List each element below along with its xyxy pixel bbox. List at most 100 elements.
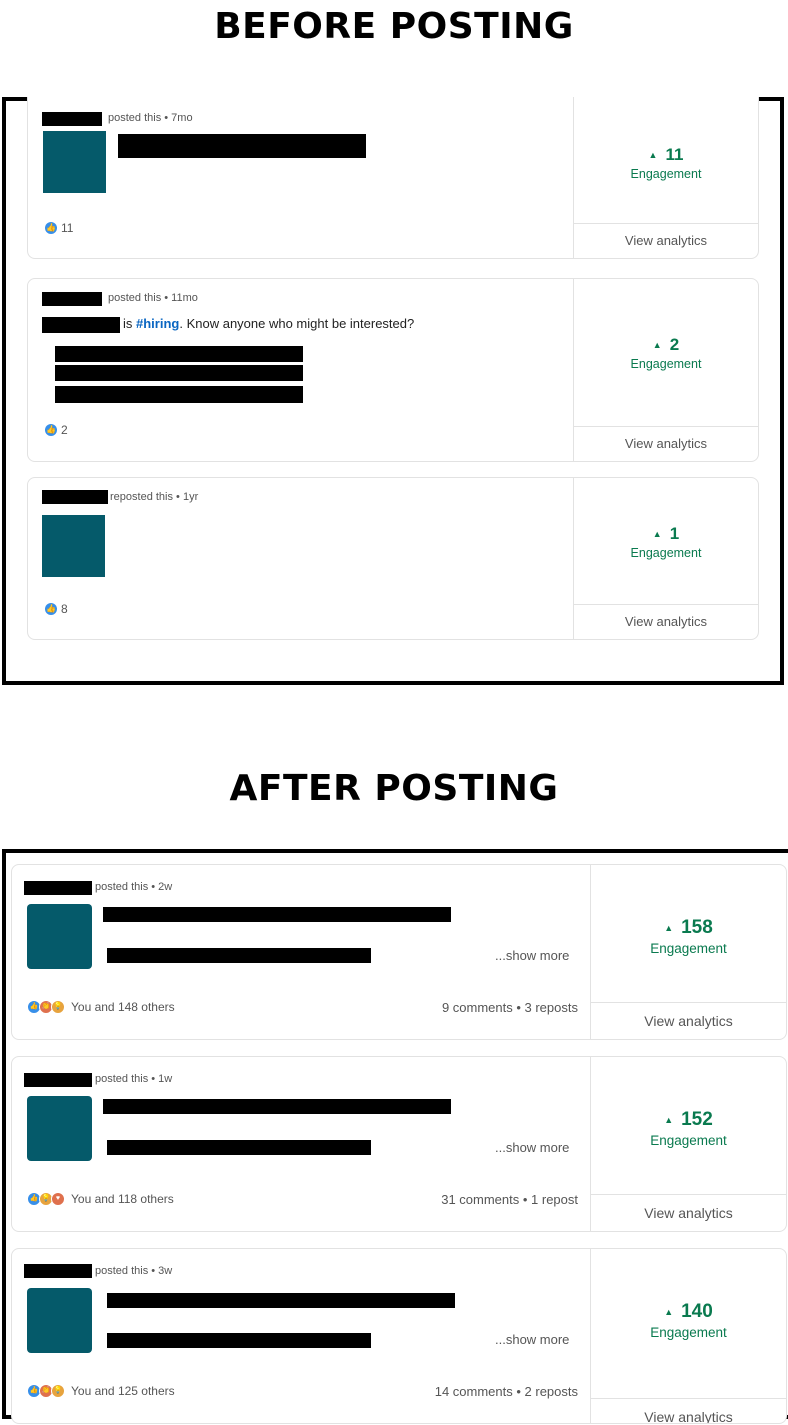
post-content: posted this • 3w ...show more 👍 👏 💡 You … [12, 1249, 592, 1423]
redacted-text [107, 1293, 455, 1308]
redacted-author [42, 490, 108, 504]
after-frame: posted this • 2w ...show more 👍 👏 💡 You … [2, 849, 788, 1424]
redacted-author [24, 1264, 92, 1278]
reaction-count: 11 [61, 221, 74, 235]
post-content: reposted this • 1yr 👍 8 [28, 478, 574, 639]
triangle-up-icon: ▲ [664, 923, 674, 933]
engagement-count: 140 [681, 1301, 713, 1322]
post-thumbnail[interactable] [27, 1288, 92, 1353]
like-reaction-icon: 👍 [45, 424, 57, 436]
engagement-count: 152 [681, 1109, 713, 1130]
post-card: posted this • 3w ...show more 👍 👏 💡 You … [11, 1248, 787, 1424]
like-reaction-icon: 👍 [45, 603, 57, 615]
redacted-text [55, 365, 303, 381]
post-card: reposted this • 1yr 👍 8 ▲ 1 Engagement Vi… [27, 477, 759, 640]
redacted-author [42, 292, 102, 306]
post-content: posted this • 1w ...show more 👍 💡 ♥ You … [12, 1057, 592, 1231]
reactions-summary[interactable]: 👍 👏 💡 You and 125 others [27, 1384, 175, 1398]
redacted-text [42, 317, 120, 333]
analytics-panel: ▲ 1 Engagement View analytics [573, 478, 758, 639]
show-more-link[interactable]: ...show more [495, 948, 569, 963]
engagement: ▲ 11 Engagement [574, 145, 758, 181]
engagement-label: Engagement [650, 941, 727, 956]
engagement: ▲ 2 Engagement [574, 335, 758, 371]
redacted-text [103, 1099, 451, 1114]
view-analytics-button[interactable]: View analytics [591, 1002, 786, 1039]
view-analytics-button[interactable]: View analytics [591, 1398, 786, 1423]
post-thumbnail[interactable] [42, 515, 105, 577]
engagement-label: Engagement [650, 1325, 727, 1340]
engagement-count: 1 [669, 524, 680, 543]
insightful-reaction-icon: 💡 [51, 1000, 65, 1014]
show-more-link[interactable]: ...show more [495, 1140, 569, 1155]
reaction-text: You and 118 others [71, 1192, 174, 1206]
post-meta: posted this • 2w [95, 881, 173, 893]
reactions-summary[interactable]: 👍 👏 💡 You and 148 others [27, 1000, 175, 1014]
show-more-link[interactable]: ...show more [495, 1332, 569, 1347]
engagement: ▲ 158 Engagement [591, 917, 786, 956]
post-card: posted this • 1w ...show more 👍 💡 ♥ You … [11, 1056, 787, 1232]
reaction-text: You and 148 others [71, 1000, 175, 1014]
insightful-reaction-icon: 💡 [51, 1384, 65, 1398]
post-meta: posted this • 11mo [108, 292, 198, 304]
post-content: posted this • 7mo 👍 11 [28, 97, 574, 258]
engagement-label: Engagement [630, 546, 702, 560]
comments-reposts[interactable]: 9 comments • 3 reposts [442, 1000, 578, 1015]
comments-reposts[interactable]: 14 comments • 2 reposts [435, 1384, 578, 1399]
view-analytics-button[interactable]: View analytics [574, 426, 758, 461]
view-analytics-button[interactable]: View analytics [574, 223, 758, 258]
analytics-panel: ▲ 11 Engagement View analytics [573, 97, 758, 258]
reaction-count: 8 [61, 602, 68, 616]
post-thumbnail[interactable] [43, 131, 106, 193]
view-analytics-button[interactable]: View analytics [591, 1194, 786, 1231]
hashtag-link[interactable]: #hiring [136, 316, 179, 331]
view-analytics-button[interactable]: View analytics [574, 604, 758, 639]
love-reaction-icon: ♥ [51, 1192, 65, 1206]
redacted-text [55, 386, 303, 403]
reactions-summary[interactable]: 👍 💡 ♥ You and 118 others [27, 1192, 174, 1206]
redacted-text [118, 134, 366, 158]
before-heading: BEFORE POSTING [214, 6, 574, 47]
redacted-text [107, 1333, 371, 1348]
redacted-author [24, 881, 92, 895]
analytics-panel: ▲ 152 Engagement View analytics [590, 1057, 786, 1231]
post-meta: posted this • 3w [95, 1265, 173, 1277]
analytics-panel: ▲ 2 Engagement View analytics [573, 279, 758, 461]
post-meta: reposted this • 1yr [110, 491, 199, 503]
after-heading: AFTER POSTING [229, 768, 559, 809]
engagement: ▲ 140 Engagement [591, 1301, 786, 1340]
reactions-summary[interactable]: 👍 11 [45, 221, 73, 235]
post-thumbnail[interactable] [27, 1096, 92, 1161]
before-frame: posted this • 7mo 👍 11 ▲ 11 Engagement Vi… [2, 97, 784, 685]
like-reaction-icon: 👍 [45, 222, 57, 234]
engagement-count: 11 [665, 145, 684, 164]
redacted-text [55, 346, 303, 362]
engagement-count: 2 [669, 335, 680, 354]
engagement-label: Engagement [650, 1133, 727, 1148]
post-card: posted this • 7mo 👍 11 ▲ 11 Engagement Vi… [27, 97, 759, 259]
post-content: posted this • 2w ...show more 👍 👏 💡 You … [12, 865, 592, 1039]
post-thumbnail[interactable] [27, 904, 92, 969]
comments-reposts[interactable]: 31 comments • 1 repost [441, 1192, 578, 1207]
redacted-text [107, 948, 371, 963]
engagement: ▲ 152 Engagement [591, 1109, 786, 1148]
reactions-summary[interactable]: 👍 8 [45, 602, 68, 616]
redacted-author [42, 112, 102, 126]
post-card: posted this • 2w ...show more 👍 👏 💡 You … [11, 864, 787, 1040]
redacted-text [107, 1140, 371, 1155]
post-content: posted this • 11mo is #hiring. Know anyo… [28, 279, 574, 461]
engagement-count: 158 [681, 917, 713, 938]
analytics-panel: ▲ 158 Engagement View analytics [590, 865, 786, 1039]
triangle-up-icon: ▲ [652, 529, 662, 539]
redacted-text [103, 907, 451, 922]
post-text: is #hiring. Know anyone who might be int… [123, 316, 415, 331]
triangle-up-icon: ▲ [648, 150, 658, 160]
triangle-up-icon: ▲ [664, 1115, 674, 1125]
engagement-label: Engagement [630, 357, 702, 371]
analytics-panel: ▲ 140 Engagement View analytics [590, 1249, 786, 1423]
reactions-summary[interactable]: 👍 2 [45, 423, 68, 437]
triangle-up-icon: ▲ [664, 1307, 674, 1317]
engagement: ▲ 1 Engagement [574, 524, 758, 560]
reaction-text: You and 125 others [71, 1384, 175, 1398]
post-meta: posted this • 7mo [108, 112, 193, 124]
